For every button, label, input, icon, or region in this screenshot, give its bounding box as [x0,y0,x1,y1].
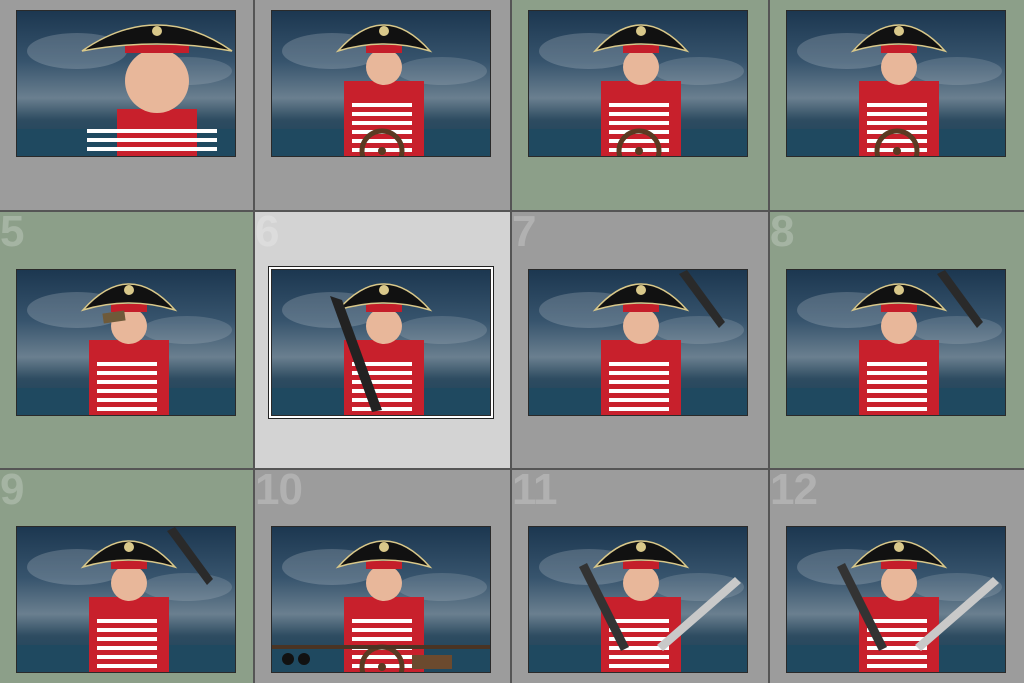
grid-cell-3[interactable]: 3 [512,0,768,210]
grid-cell-2[interactable]: 2 [255,0,510,210]
cell-index-number: 5 [0,212,25,256]
photo-thumbnail[interactable] [271,526,491,673]
cell-index-number: 11 [512,470,558,514]
cell-index-number: 3 [512,0,537,3]
grid-cell-9[interactable]: 9 [0,470,253,683]
cell-index-number: 8 [770,212,795,256]
cell-index-number: 9 [0,470,25,514]
photo-thumbnail[interactable] [528,526,748,673]
photo-thumbnail[interactable] [528,10,748,157]
grid-cell-10[interactable]: 10 [255,470,510,683]
cell-index-number: 2 [255,0,280,3]
grid-cell-7[interactable]: 7 [512,212,768,468]
photo-thumbnail[interactable] [16,526,236,673]
photo-thumbnail[interactable] [16,10,236,157]
filmstrip-grid: 1 2 3 [0,0,1024,683]
photo-thumbnail[interactable] [786,526,1006,673]
grid-cell-1[interactable]: 1 [0,0,253,210]
grid-cell-5[interactable]: 5 [0,212,253,468]
grid-cell-4[interactable]: 4 [770,0,1024,210]
cell-index-number: 10 [255,470,303,514]
cell-index-number: 1 [0,0,25,3]
photo-thumbnail[interactable] [271,10,491,157]
photo-thumbnail[interactable] [786,269,1006,416]
grid-cell-6[interactable]: 6 [255,212,510,468]
grid-cell-11[interactable]: 11 [512,470,768,683]
cell-index-number: 4 [770,0,795,3]
photo-thumbnail[interactable] [786,10,1006,157]
cell-index-number: 7 [512,212,537,256]
photo-thumbnail[interactable] [528,269,748,416]
grid-cell-12[interactable]: 12 [770,470,1024,683]
cell-index-number: 12 [770,470,818,514]
photo-thumbnail[interactable] [16,269,236,416]
grid-cell-8[interactable]: 8 [770,212,1024,468]
cell-index-number: 6 [255,212,280,256]
photo-thumbnail[interactable] [269,267,493,418]
